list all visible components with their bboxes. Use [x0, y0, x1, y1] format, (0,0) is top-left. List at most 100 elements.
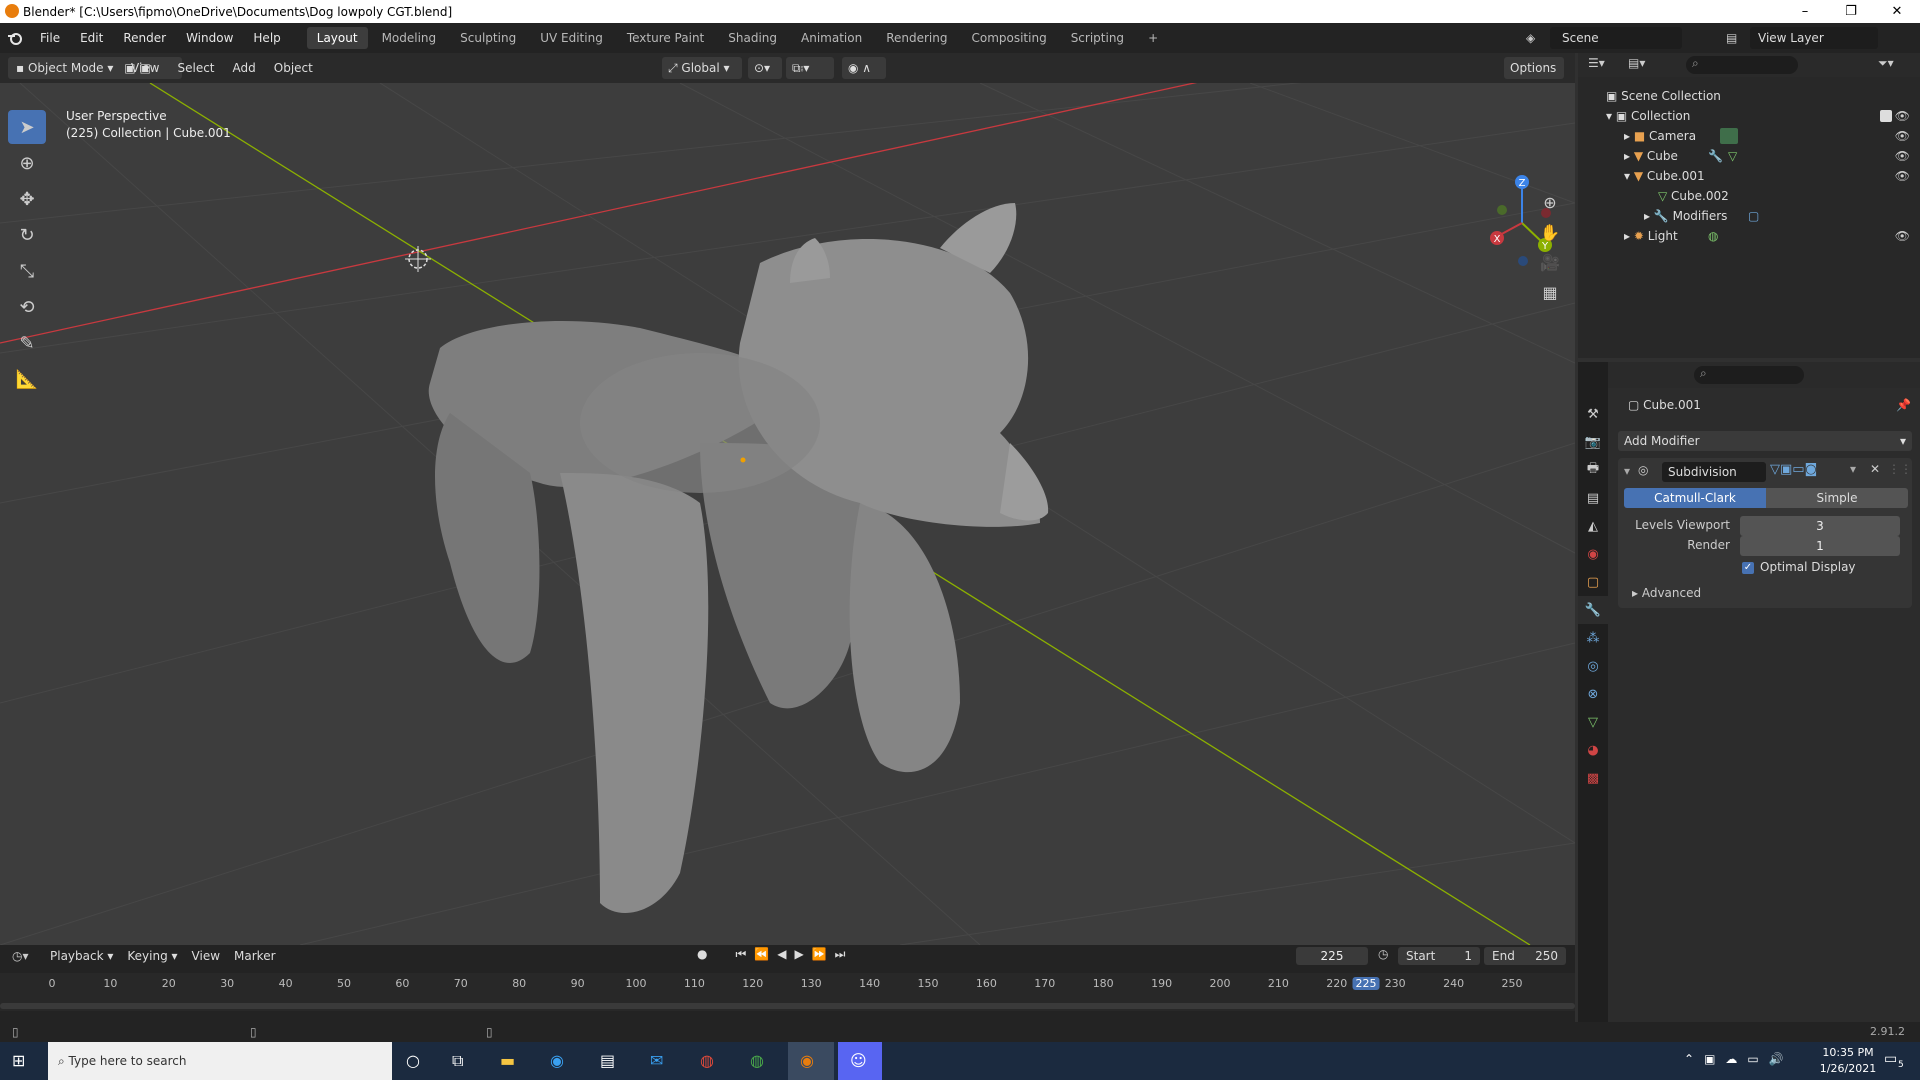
tab-texture-paint[interactable]: Texture Paint: [617, 27, 714, 49]
eye-icon[interactable]: 👁: [1895, 146, 1910, 166]
transform-tool-icon[interactable]: ⟲: [8, 290, 46, 324]
timeline-menu-marker[interactable]: Marker: [234, 949, 275, 963]
prev-keyframe-icon[interactable]: ⏪: [754, 947, 769, 962]
collection-checkbox[interactable]: [1880, 110, 1892, 122]
menu-render[interactable]: Render: [113, 23, 176, 53]
chrome-icon[interactable]: ◍: [700, 1051, 714, 1070]
viewport-menu-select[interactable]: Select: [177, 57, 214, 79]
data-tab-icon[interactable]: ▽: [1578, 708, 1608, 736]
restore-button[interactable]: ❐: [1828, 0, 1874, 23]
collapse-arrow-icon[interactable]: ▾: [1624, 464, 1630, 478]
timeline-menu-view[interactable]: View: [192, 949, 220, 963]
constraints-tab-icon[interactable]: ⊗: [1578, 680, 1608, 708]
tool-tab-icon[interactable]: ⚒: [1578, 400, 1608, 428]
scene-tab-icon[interactable]: ◭: [1578, 512, 1608, 540]
select-tool-icon[interactable]: ➤: [8, 110, 46, 144]
record-icon[interactable]: ●: [697, 947, 707, 962]
object-mode-dropdown[interactable]: ▪ Object Mode ▾: [10, 57, 120, 79]
taskbar-clock[interactable]: 10:35 PM 1/26/2021: [1818, 1045, 1878, 1077]
move-tool-icon[interactable]: ✥: [8, 182, 46, 216]
timeline-scrollbar[interactable]: [0, 1003, 1575, 1009]
expand-arrow-icon[interactable]: ▸: [1624, 129, 1634, 143]
outliner-row-scene-collection[interactable]: ▣ Scene Collection: [1578, 86, 1920, 106]
modifier-name-input[interactable]: Subdivision: [1662, 462, 1766, 482]
next-keyframe-icon[interactable]: ⏩: [812, 947, 827, 962]
dog-mesh[interactable]: [428, 203, 1049, 913]
tray-app-icon[interactable]: ▣: [1704, 1052, 1715, 1066]
eye-icon[interactable]: 👁: [1895, 166, 1910, 186]
eye-icon[interactable]: 👁: [1895, 126, 1910, 146]
current-frame-marker[interactable]: 225: [1352, 977, 1380, 990]
catmull-clark-button[interactable]: Catmull-Clark: [1624, 488, 1766, 508]
object-tab-icon[interactable]: ▢: [1578, 568, 1608, 596]
world-tab-icon[interactable]: ◉: [1578, 540, 1608, 568]
outliner-editor-type-icon[interactable]: ☰▾: [1588, 56, 1605, 70]
edge-icon[interactable]: ◉: [550, 1051, 564, 1070]
outliner-row-cube-001[interactable]: ▾ ▼ Cube.001 👁: [1578, 166, 1920, 186]
outliner-row-light[interactable]: ▸ ✹ Light ◍ 👁: [1578, 226, 1920, 246]
snap-dropdown[interactable]: ⧉⦂▾: [786, 57, 834, 79]
pin-icon[interactable]: 📌: [1896, 398, 1911, 412]
properties-search-input[interactable]: ⌕: [1694, 366, 1804, 384]
onedrive-icon[interactable]: ☁: [1725, 1052, 1737, 1066]
menu-window[interactable]: Window: [176, 23, 243, 53]
end-frame-field[interactable]: End 250: [1484, 947, 1566, 965]
notifications-icon[interactable]: ▭: [1884, 1051, 1897, 1067]
cursor-tool-icon[interactable]: ⊕: [8, 146, 46, 180]
jump-start-icon[interactable]: ⏮: [735, 947, 746, 962]
viewport-menu-object[interactable]: Object: [274, 57, 313, 79]
tab-animation[interactable]: Animation: [791, 27, 872, 49]
mail-icon[interactable]: ✉: [650, 1051, 663, 1070]
minimize-button[interactable]: –: [1782, 0, 1828, 23]
outliner-row-cube-002[interactable]: ▽ Cube.002: [1578, 186, 1920, 206]
tab-sculpting[interactable]: Sculpting: [450, 27, 526, 49]
clock-icon[interactable]: ◷: [1378, 947, 1388, 961]
outliner-row-cube[interactable]: ▸ ▼ Cube 🔧 ▽ 👁: [1578, 146, 1920, 166]
modifier-tab-icon[interactable]: 🔧: [1578, 596, 1608, 624]
view-layer-tab-icon[interactable]: ▤: [1578, 484, 1608, 512]
add-modifier-dropdown[interactable]: Add Modifier ▾: [1618, 431, 1912, 451]
viewport-menu-view[interactable]: View: [131, 57, 159, 79]
transform-orientation-dropdown[interactable]: ⤢ Global ▾: [662, 57, 742, 79]
tab-rendering[interactable]: Rendering: [876, 27, 957, 49]
zoom-icon[interactable]: ⊕: [1536, 193, 1564, 223]
jump-end-icon[interactable]: ⏭: [835, 947, 846, 962]
output-tab-icon[interactable]: 🖶: [1578, 456, 1608, 484]
physics-tab-icon[interactable]: ◎: [1578, 652, 1608, 680]
timeline-editor-type-icon[interactable]: ◷▾: [12, 949, 29, 963]
windows-start-icon[interactable]: ⊞: [12, 1051, 25, 1070]
render-levels-field[interactable]: 1: [1740, 536, 1900, 556]
close-button[interactable]: ✕: [1874, 0, 1920, 23]
tab-shading[interactable]: Shading: [718, 27, 787, 49]
ortho-grid-icon[interactable]: ▦: [1536, 283, 1564, 313]
outliner-search-input[interactable]: ⌕: [1686, 56, 1798, 74]
optimal-display-checkbox[interactable]: ✓: [1742, 562, 1754, 574]
eye-icon[interactable]: 👁: [1895, 226, 1910, 246]
tab-compositing[interactable]: Compositing: [961, 27, 1056, 49]
options-dropdown[interactable]: Options ▾: [1504, 57, 1564, 97]
tab-layout[interactable]: Layout: [306, 27, 368, 49]
tray-chevron-icon[interactable]: ⌃: [1684, 1052, 1694, 1066]
scale-tool-icon[interactable]: ⤡: [8, 254, 46, 288]
taskbar-search-input[interactable]: ⌕ Type here to search: [48, 1042, 392, 1080]
menu-help[interactable]: Help: [243, 23, 290, 53]
chrome-alt-icon[interactable]: ◍: [750, 1051, 764, 1070]
expand-arrow-icon[interactable]: ▸: [1644, 209, 1654, 223]
proportional-edit-dropdown[interactable]: ◉ ∧: [842, 57, 886, 79]
tab-uv-editing[interactable]: UV Editing: [530, 27, 613, 49]
play-icon[interactable]: ▶: [794, 947, 803, 962]
network-icon[interactable]: ▭: [1747, 1052, 1758, 1066]
menu-file[interactable]: File: [30, 23, 70, 53]
task-view-icon[interactable]: ⧉: [452, 1051, 463, 1071]
filter-icon[interactable]: ⏷▾: [1878, 56, 1894, 71]
add-workspace-button[interactable]: +: [1138, 27, 1168, 49]
volume-icon[interactable]: 🔊: [1769, 1052, 1784, 1066]
pivot-point-dropdown[interactable]: ⊙▾: [748, 57, 782, 79]
play-reverse-icon[interactable]: ◀: [777, 947, 786, 962]
levels-viewport-field[interactable]: 3: [1740, 516, 1900, 536]
outliner-row-collection[interactable]: ▾ ▣ Collection 👁: [1578, 106, 1920, 126]
remove-modifier-icon[interactable]: ✕: [1870, 462, 1880, 476]
texture-tab-icon[interactable]: ▩: [1578, 764, 1608, 792]
tab-modeling[interactable]: Modeling: [372, 27, 447, 49]
menu-edit[interactable]: Edit: [70, 23, 113, 53]
